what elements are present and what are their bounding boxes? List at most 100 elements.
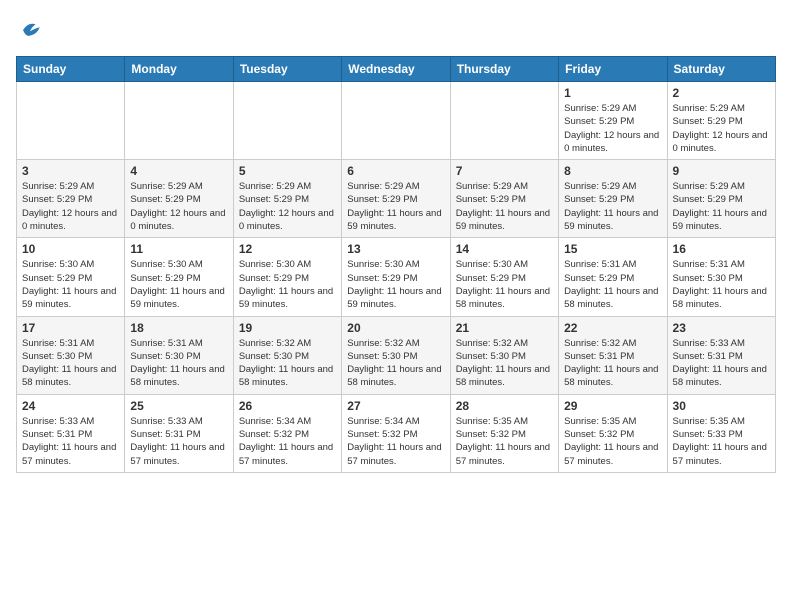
calendar-cell: 23 Sunrise: 5:33 AM Sunset: 5:31 PM Dayli… bbox=[667, 316, 775, 394]
day-info: Sunrise: 5:31 AM Sunset: 5:30 PM Dayligh… bbox=[130, 337, 227, 390]
day-number: 5 bbox=[239, 164, 336, 178]
day-number: 28 bbox=[456, 399, 553, 413]
logo bbox=[16, 16, 48, 44]
calendar-week-row: 10 Sunrise: 5:30 AM Sunset: 5:29 PM Dayli… bbox=[17, 238, 776, 316]
day-info: Sunrise: 5:29 AM Sunset: 5:29 PM Dayligh… bbox=[456, 180, 553, 233]
calendar-cell: 17 Sunrise: 5:31 AM Sunset: 5:30 PM Dayli… bbox=[17, 316, 125, 394]
calendar-cell bbox=[342, 82, 450, 160]
day-number: 10 bbox=[22, 242, 119, 256]
day-number: 27 bbox=[347, 399, 444, 413]
day-number: 2 bbox=[673, 86, 770, 100]
calendar-cell: 3 Sunrise: 5:29 AM Sunset: 5:29 PM Daylig… bbox=[17, 160, 125, 238]
page-header bbox=[16, 16, 776, 44]
calendar-cell: 19 Sunrise: 5:32 AM Sunset: 5:30 PM Dayli… bbox=[233, 316, 341, 394]
calendar-cell: 21 Sunrise: 5:32 AM Sunset: 5:30 PM Dayli… bbox=[450, 316, 558, 394]
day-info: Sunrise: 5:32 AM Sunset: 5:30 PM Dayligh… bbox=[239, 337, 336, 390]
calendar-table: SundayMondayTuesdayWednesdayThursdayFrid… bbox=[16, 56, 776, 473]
day-number: 1 bbox=[564, 86, 661, 100]
day-info: Sunrise: 5:30 AM Sunset: 5:29 PM Dayligh… bbox=[456, 258, 553, 311]
calendar-cell: 30 Sunrise: 5:35 AM Sunset: 5:33 PM Dayli… bbox=[667, 394, 775, 472]
day-info: Sunrise: 5:29 AM Sunset: 5:29 PM Dayligh… bbox=[564, 102, 661, 155]
day-info: Sunrise: 5:30 AM Sunset: 5:29 PM Dayligh… bbox=[347, 258, 444, 311]
day-info: Sunrise: 5:34 AM Sunset: 5:32 PM Dayligh… bbox=[239, 415, 336, 468]
day-number: 15 bbox=[564, 242, 661, 256]
day-number: 26 bbox=[239, 399, 336, 413]
calendar-cell: 22 Sunrise: 5:32 AM Sunset: 5:31 PM Dayli… bbox=[559, 316, 667, 394]
calendar-cell bbox=[125, 82, 233, 160]
calendar-cell: 28 Sunrise: 5:35 AM Sunset: 5:32 PM Dayli… bbox=[450, 394, 558, 472]
day-number: 11 bbox=[130, 242, 227, 256]
day-info: Sunrise: 5:35 AM Sunset: 5:33 PM Dayligh… bbox=[673, 415, 770, 468]
day-number: 4 bbox=[130, 164, 227, 178]
day-info: Sunrise: 5:29 AM Sunset: 5:29 PM Dayligh… bbox=[564, 180, 661, 233]
day-number: 16 bbox=[673, 242, 770, 256]
day-number: 9 bbox=[673, 164, 770, 178]
day-info: Sunrise: 5:29 AM Sunset: 5:29 PM Dayligh… bbox=[239, 180, 336, 233]
calendar-header-row: SundayMondayTuesdayWednesdayThursdayFrid… bbox=[17, 57, 776, 82]
calendar-cell bbox=[233, 82, 341, 160]
day-number: 23 bbox=[673, 321, 770, 335]
day-info: Sunrise: 5:31 AM Sunset: 5:30 PM Dayligh… bbox=[22, 337, 119, 390]
calendar-cell: 25Sunrise: 5:33 AM Sunset: 5:31 PM Dayli… bbox=[125, 394, 233, 472]
col-header-tuesday: Tuesday bbox=[233, 57, 341, 82]
calendar-cell bbox=[450, 82, 558, 160]
calendar-cell bbox=[17, 82, 125, 160]
day-number: 13 bbox=[347, 242, 444, 256]
col-header-sunday: Sunday bbox=[17, 57, 125, 82]
day-number: 30 bbox=[673, 399, 770, 413]
day-number: 18 bbox=[130, 321, 227, 335]
day-info: Sunrise: 5:29 AM Sunset: 5:29 PM Dayligh… bbox=[130, 180, 227, 233]
day-info: Sunrise: 5:33 AM Sunset: 5:31 PM Dayligh… bbox=[22, 415, 119, 468]
calendar-cell: 20 Sunrise: 5:32 AM Sunset: 5:30 PM Dayli… bbox=[342, 316, 450, 394]
day-info: Sunrise: 5:31 AM Sunset: 5:29 PM Dayligh… bbox=[564, 258, 661, 311]
day-number: 19 bbox=[239, 321, 336, 335]
calendar-week-row: 1 Sunrise: 5:29 AM Sunset: 5:29 PM Daylig… bbox=[17, 82, 776, 160]
day-number: 25 bbox=[130, 399, 227, 413]
day-number: 12 bbox=[239, 242, 336, 256]
calendar-cell: 8 Sunrise: 5:29 AM Sunset: 5:29 PM Daylig… bbox=[559, 160, 667, 238]
col-header-monday: Monday bbox=[125, 57, 233, 82]
day-number: 6 bbox=[347, 164, 444, 178]
day-info: Sunrise: 5:30 AM Sunset: 5:29 PM Dayligh… bbox=[239, 258, 336, 311]
day-info: Sunrise: 5:29 AM Sunset: 5:29 PM Dayligh… bbox=[22, 180, 119, 233]
calendar-cell: 10 Sunrise: 5:30 AM Sunset: 5:29 PM Dayli… bbox=[17, 238, 125, 316]
day-info: Sunrise: 5:32 AM Sunset: 5:31 PM Dayligh… bbox=[564, 337, 661, 390]
day-info: Sunrise: 5:32 AM Sunset: 5:30 PM Dayligh… bbox=[347, 337, 444, 390]
day-number: 8 bbox=[564, 164, 661, 178]
day-info: Sunrise: 5:34 AM Sunset: 5:32 PM Dayligh… bbox=[347, 415, 444, 468]
calendar-cell: 7Sunrise: 5:29 AM Sunset: 5:29 PM Daylig… bbox=[450, 160, 558, 238]
calendar-cell: 1 Sunrise: 5:29 AM Sunset: 5:29 PM Daylig… bbox=[559, 82, 667, 160]
day-number: 3 bbox=[22, 164, 119, 178]
day-number: 29 bbox=[564, 399, 661, 413]
calendar-cell: 9Sunrise: 5:29 AM Sunset: 5:29 PM Daylig… bbox=[667, 160, 775, 238]
col-header-friday: Friday bbox=[559, 57, 667, 82]
day-info: Sunrise: 5:30 AM Sunset: 5:29 PM Dayligh… bbox=[22, 258, 119, 311]
day-info: Sunrise: 5:32 AM Sunset: 5:30 PM Dayligh… bbox=[456, 337, 553, 390]
calendar-cell: 11 Sunrise: 5:30 AM Sunset: 5:29 PM Dayli… bbox=[125, 238, 233, 316]
calendar-week-row: 24 Sunrise: 5:33 AM Sunset: 5:31 PM Dayli… bbox=[17, 394, 776, 472]
day-number: 21 bbox=[456, 321, 553, 335]
day-info: Sunrise: 5:33 AM Sunset: 5:31 PM Dayligh… bbox=[673, 337, 770, 390]
day-number: 24 bbox=[22, 399, 119, 413]
calendar-cell: 4 Sunrise: 5:29 AM Sunset: 5:29 PM Daylig… bbox=[125, 160, 233, 238]
day-number: 17 bbox=[22, 321, 119, 335]
calendar-cell: 26 Sunrise: 5:34 AM Sunset: 5:32 PM Dayli… bbox=[233, 394, 341, 472]
day-number: 20 bbox=[347, 321, 444, 335]
day-info: Sunrise: 5:29 AM Sunset: 5:29 PM Dayligh… bbox=[347, 180, 444, 233]
calendar-cell: 13 Sunrise: 5:30 AM Sunset: 5:29 PM Dayli… bbox=[342, 238, 450, 316]
calendar-cell: 5 Sunrise: 5:29 AM Sunset: 5:29 PM Daylig… bbox=[233, 160, 341, 238]
day-info: Sunrise: 5:29 AM Sunset: 5:29 PM Dayligh… bbox=[673, 102, 770, 155]
calendar-cell: 14Sunrise: 5:30 AM Sunset: 5:29 PM Dayli… bbox=[450, 238, 558, 316]
calendar-cell: 27 Sunrise: 5:34 AM Sunset: 5:32 PM Dayli… bbox=[342, 394, 450, 472]
calendar-week-row: 17 Sunrise: 5:31 AM Sunset: 5:30 PM Dayli… bbox=[17, 316, 776, 394]
day-number: 22 bbox=[564, 321, 661, 335]
calendar-cell: 6 Sunrise: 5:29 AM Sunset: 5:29 PM Daylig… bbox=[342, 160, 450, 238]
day-info: Sunrise: 5:30 AM Sunset: 5:29 PM Dayligh… bbox=[130, 258, 227, 311]
day-info: Sunrise: 5:35 AM Sunset: 5:32 PM Dayligh… bbox=[564, 415, 661, 468]
calendar-cell: 24 Sunrise: 5:33 AM Sunset: 5:31 PM Dayli… bbox=[17, 394, 125, 472]
day-info: Sunrise: 5:35 AM Sunset: 5:32 PM Dayligh… bbox=[456, 415, 553, 468]
calendar-cell: 18 Sunrise: 5:31 AM Sunset: 5:30 PM Dayli… bbox=[125, 316, 233, 394]
col-header-saturday: Saturday bbox=[667, 57, 775, 82]
calendar-cell: 2 Sunrise: 5:29 AM Sunset: 5:29 PM Daylig… bbox=[667, 82, 775, 160]
day-info: Sunrise: 5:31 AM Sunset: 5:30 PM Dayligh… bbox=[673, 258, 770, 311]
